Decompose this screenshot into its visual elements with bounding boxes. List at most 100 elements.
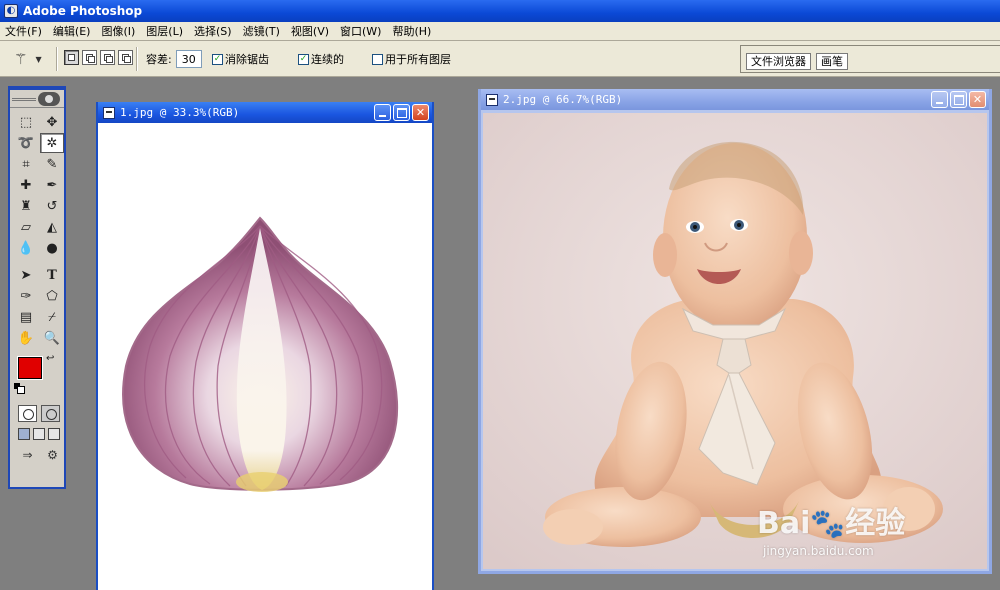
eraser-tool-icon[interactable]: ▱ bbox=[14, 217, 38, 237]
checkbox-box[interactable] bbox=[372, 53, 383, 65]
jump-to-row: ⇒ ⚙ bbox=[10, 446, 64, 464]
mask-mode-row bbox=[10, 405, 64, 422]
tab-brushes[interactable]: 画笔 bbox=[816, 53, 848, 70]
hand-tool-icon[interactable]: ✋ bbox=[14, 328, 38, 348]
checkbox-box[interactable]: ✓ bbox=[212, 53, 223, 65]
menu-layer[interactable]: 图层(L) bbox=[141, 22, 189, 41]
slice-tool-icon[interactable]: ✎ bbox=[40, 154, 64, 174]
anti-alias-checkbox[interactable]: ✓ 消除锯齿 bbox=[212, 51, 269, 67]
imageready-icon[interactable]: ⚙ bbox=[41, 446, 64, 464]
healing-brush-icon[interactable]: ✚ bbox=[14, 175, 38, 195]
notes-tool-icon[interactable]: ▤ bbox=[14, 307, 38, 327]
magic-wand-tool-icon[interactable]: ✲ bbox=[40, 133, 64, 153]
subtract-from-selection-button[interactable] bbox=[100, 50, 115, 65]
menu-view[interactable]: 视图(V) bbox=[286, 22, 335, 41]
drag-handle[interactable] bbox=[12, 98, 36, 101]
eyedropper-icon[interactable]: ⌿ bbox=[40, 307, 64, 327]
options-divider bbox=[56, 47, 58, 71]
default-colors-icon[interactable] bbox=[14, 383, 25, 394]
toolbox: ⬚ ✥ ➰ ✲ ⌗ ✎ ✚ ✒ ♜ ↺ ▱ ◭ 💧 ● ➤ T ✑ ⬠ ▤ ⌿ … bbox=[8, 86, 66, 489]
add-to-selection-button[interactable] bbox=[82, 50, 97, 65]
close-button[interactable]: ✕ bbox=[969, 91, 986, 108]
history-brush-icon[interactable]: ↺ bbox=[40, 196, 64, 216]
zoom-tool-icon[interactable]: 🔍 bbox=[40, 328, 64, 348]
toolbox-header[interactable] bbox=[10, 90, 64, 108]
magic-wand-icon: ⚚ bbox=[14, 50, 28, 68]
screen-mode-row bbox=[10, 428, 64, 440]
pen-tool-icon[interactable]: ✑ bbox=[14, 286, 38, 306]
minimize-button[interactable] bbox=[374, 104, 391, 121]
jump-to-imageready-icon[interactable]: ⇒ bbox=[16, 446, 39, 464]
menu-edit[interactable]: 编辑(E) bbox=[48, 22, 97, 41]
selection-mode-group bbox=[64, 50, 133, 65]
marquee-tool-icon[interactable]: ⬚ bbox=[14, 112, 38, 132]
tolerance-input[interactable] bbox=[175, 50, 202, 68]
standard-screen-mode-button[interactable] bbox=[18, 428, 30, 440]
tool-grid: ➤ T ✑ ⬠ ▤ ⌿ ✋ 🔍 bbox=[10, 265, 64, 349]
shape-tool-icon[interactable]: ⬠ bbox=[40, 286, 64, 306]
standard-mode-button[interactable] bbox=[18, 405, 37, 422]
tool-options-bar: ⚚ ▼ 容差: ✓ 消除锯齿 ✓ 连续的 用于所有图层 文件浏览器 画笔 bbox=[0, 41, 1000, 77]
menu-bar: 文件(F) 编辑(E) 图像(I) 图层(L) 选择(S) 滤镜(T) 视图(V… bbox=[0, 22, 1000, 41]
menu-image[interactable]: 图像(I) bbox=[96, 22, 141, 41]
full-screen-menu-mode-button[interactable] bbox=[33, 428, 45, 440]
paint-bucket-icon[interactable]: ◭ bbox=[40, 217, 64, 237]
quick-mask-button[interactable] bbox=[41, 405, 60, 422]
tool-preset-picker[interactable]: ⚚ ▼ bbox=[14, 49, 42, 69]
document-icon bbox=[103, 106, 115, 119]
path-selection-icon[interactable]: ➤ bbox=[14, 265, 38, 285]
chevron-down-icon: ▼ bbox=[35, 54, 42, 64]
onion-image bbox=[122, 216, 399, 492]
all-layers-label: 用于所有图层 bbox=[385, 53, 451, 66]
close-button[interactable]: ✕ bbox=[412, 104, 429, 121]
adobe-eye-logo[interactable] bbox=[38, 92, 60, 106]
move-tool-icon[interactable]: ✥ bbox=[40, 112, 64, 132]
lasso-tool-icon[interactable]: ➰ bbox=[14, 133, 38, 153]
document-icon bbox=[486, 93, 498, 106]
document-window-1: 1.jpg @ 33.3%(RGB) ✕ bbox=[96, 102, 434, 590]
contiguous-label: 连续的 bbox=[311, 53, 344, 66]
watermark-brand: Bai🐾经验 bbox=[757, 498, 905, 542]
paw-logo-icon: 🐾 bbox=[810, 507, 846, 540]
document-title-bar[interactable]: 1.jpg @ 33.3%(RGB) ✕ bbox=[98, 102, 432, 123]
swap-colors-icon[interactable]: ↩ bbox=[46, 353, 54, 364]
document-canvas[interactable] bbox=[100, 126, 430, 590]
palette-well: 文件浏览器 画笔 bbox=[740, 41, 1000, 77]
app-title-bar: ◐ Adobe Photoshop bbox=[0, 0, 1000, 22]
color-swatches: ↩ bbox=[10, 353, 64, 397]
options-divider bbox=[136, 47, 138, 71]
maximize-button[interactable] bbox=[950, 91, 967, 108]
menu-filter[interactable]: 滤镜(T) bbox=[238, 22, 286, 41]
crop-tool-icon[interactable]: ⌗ bbox=[14, 154, 38, 174]
menu-select[interactable]: 选择(S) bbox=[189, 22, 238, 41]
document-title: 2.jpg @ 66.7%(RGB) bbox=[503, 93, 623, 106]
brush-tool-icon[interactable]: ✒ bbox=[40, 175, 64, 195]
maximize-button[interactable] bbox=[393, 104, 410, 121]
tab-file-browser[interactable]: 文件浏览器 bbox=[746, 53, 811, 70]
all-layers-checkbox[interactable]: 用于所有图层 bbox=[372, 51, 451, 67]
blur-tool-icon[interactable]: 💧 bbox=[14, 238, 38, 258]
foreground-color-swatch[interactable] bbox=[17, 356, 43, 380]
anti-alias-label: 消除锯齿 bbox=[225, 53, 269, 66]
menu-window[interactable]: 窗口(W) bbox=[335, 22, 387, 41]
dodge-tool-icon[interactable]: ● bbox=[40, 238, 64, 258]
tolerance-label: 容差: bbox=[146, 53, 172, 66]
clone-stamp-icon[interactable]: ♜ bbox=[14, 196, 38, 216]
type-tool-icon[interactable]: T bbox=[40, 265, 64, 285]
minimize-button[interactable] bbox=[931, 91, 948, 108]
tool-grid: ⬚ ✥ ➰ ✲ ⌗ ✎ ✚ ✒ ♜ ↺ ▱ ◭ 💧 ● bbox=[10, 108, 64, 259]
watermark-url: jingyan.baidu.com bbox=[763, 544, 874, 558]
document-title-bar[interactable]: 2.jpg @ 66.7%(RGB) ✕ bbox=[481, 89, 989, 110]
app-title: Adobe Photoshop bbox=[23, 4, 143, 18]
contiguous-checkbox[interactable]: ✓ 连续的 bbox=[298, 51, 344, 67]
menu-file[interactable]: 文件(F) bbox=[0, 22, 48, 41]
full-screen-mode-button[interactable] bbox=[48, 428, 60, 440]
checkbox-box[interactable]: ✓ bbox=[298, 53, 309, 65]
intersect-selection-button[interactable] bbox=[118, 50, 133, 65]
baidu-jingyan-watermark: Bai🐾经验 jingyan.baidu.com bbox=[757, 478, 977, 570]
document-title: 1.jpg @ 33.3%(RGB) bbox=[120, 106, 240, 119]
tolerance-group: 容差: bbox=[146, 50, 202, 68]
watermark-brand-prefix: Bai bbox=[757, 506, 811, 541]
new-selection-button[interactable] bbox=[64, 50, 79, 65]
menu-help[interactable]: 帮助(H) bbox=[387, 22, 437, 41]
